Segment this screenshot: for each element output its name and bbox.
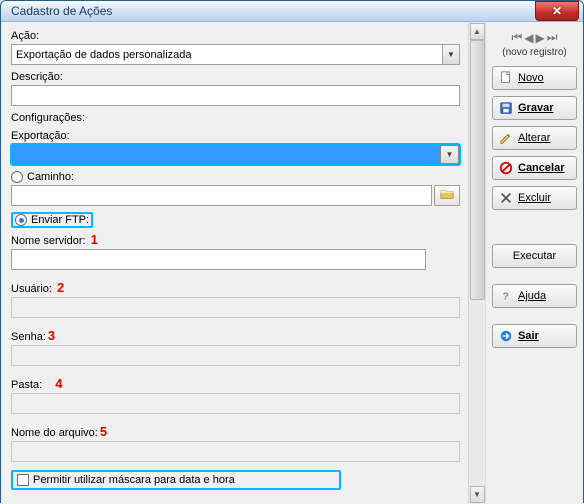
scroll-thumb[interactable] <box>470 40 485 300</box>
nome-servidor-input[interactable] <box>11 249 426 270</box>
nome-arquivo-label: Nome do arquivo: <box>11 427 98 439</box>
cancel-icon <box>499 161 513 175</box>
descricao-label: Descrição: <box>11 71 477 83</box>
scroll-down-icon[interactable]: ▼ <box>470 486 485 503</box>
browse-button[interactable] <box>434 185 460 206</box>
alterar-button[interactable]: Alterar <box>492 126 577 150</box>
dropdown-icon[interactable]: ▼ <box>440 145 459 164</box>
sair-label: Sair <box>518 330 539 342</box>
config-label: Configurações: <box>11 112 477 124</box>
gravar-button[interactable]: Gravar <box>492 96 577 120</box>
mascara-checkbox[interactable] <box>17 474 29 486</box>
config-row: Configurações: <box>11 112 477 124</box>
annotation-2: 2 <box>57 280 64 295</box>
ftp-label: Enviar FTP: <box>31 214 89 226</box>
scroll-up-icon[interactable]: ▲ <box>470 23 485 40</box>
annotation-1: 1 <box>91 232 98 247</box>
main-panel: Ação: Exportação de dados personalizada … <box>1 22 485 504</box>
caminho-label: Caminho: <box>27 171 74 183</box>
dropdown-icon[interactable]: ▼ <box>442 45 459 64</box>
acao-label: Ação: <box>11 30 477 42</box>
nav-first-icon[interactable]: ⏮ <box>511 30 522 45</box>
side-panel: ⏮ ◀ ▶ ⏭ (novo registro) Novo Gravar <box>485 22 583 504</box>
ftp-radio-highlight: Enviar FTP: <box>11 212 93 228</box>
folder-icon <box>440 187 454 204</box>
gravar-label: Gravar <box>518 102 553 114</box>
pasta-label: Pasta: <box>11 379 42 391</box>
ftp-radio[interactable] <box>15 214 27 226</box>
window-title: Cadastro de Ações <box>11 4 112 18</box>
document-new-icon <box>499 71 513 85</box>
ajuda-label: Ajuda <box>518 290 546 302</box>
nav-caption: (novo registro) <box>492 47 577 58</box>
novo-label: Novo <box>518 72 544 84</box>
caminho-input[interactable] <box>11 185 432 206</box>
nome-arquivo-input[interactable] <box>11 441 460 462</box>
annotation-4: 4 <box>55 376 62 391</box>
nav-next-icon[interactable]: ▶ <box>536 31 545 45</box>
cancelar-label: Cancelar <box>518 162 564 174</box>
caminho-row: Caminho: <box>11 171 460 206</box>
pasta-input[interactable] <box>11 393 460 414</box>
ajuda-button[interactable]: ? Ajuda <box>492 284 577 308</box>
exit-icon <box>499 329 513 343</box>
excluir-label: Excluir <box>518 192 551 204</box>
alterar-label: Alterar <box>518 132 550 144</box>
window-body: Ação: Exportação de dados personalizada … <box>1 22 583 504</box>
save-icon <box>499 101 513 115</box>
excluir-button[interactable]: Excluir <box>492 186 577 210</box>
record-nav: ⏮ ◀ ▶ ⏭ <box>492 30 577 45</box>
annotation-3: 3 <box>48 328 55 343</box>
sair-button[interactable]: Sair <box>492 324 577 348</box>
mascara-highlight: Permitir utilizar máscara para data e ho… <box>11 470 341 490</box>
nav-last-icon[interactable]: ⏭ <box>547 30 558 45</box>
cancelar-button[interactable]: Cancelar <box>492 156 577 180</box>
usuario-input[interactable] <box>11 297 460 318</box>
novo-button[interactable]: Novo <box>492 66 577 90</box>
edit-icon <box>499 131 513 145</box>
close-button[interactable]: ✕ <box>535 1 579 21</box>
titlebar[interactable]: Cadastro de Ações ✕ <box>1 1 583 22</box>
export-row: Exportação: ▼ <box>11 130 460 165</box>
help-icon: ? <box>499 289 513 303</box>
mascara-label: Permitir utilizar máscara para data e ho… <box>33 474 235 486</box>
executar-label: Executar <box>513 250 556 262</box>
acao-row: Ação: Exportação de dados personalizada … <box>11 30 477 65</box>
descricao-input[interactable] <box>11 85 460 106</box>
caminho-radio[interactable] <box>11 171 23 183</box>
senha-input[interactable] <box>11 345 460 366</box>
window-frame: Cadastro de Ações ✕ Ação: Exportação de … <box>0 0 584 503</box>
acao-value: Exportação de dados personalizada <box>16 49 192 61</box>
annotation-5: 5 <box>100 424 107 439</box>
senha-label: Senha: <box>11 331 46 343</box>
executar-button[interactable]: Executar <box>492 244 577 268</box>
usuario-label: Usuário: <box>11 283 52 295</box>
export-select[interactable]: ▼ <box>11 144 460 165</box>
acao-select[interactable]: Exportação de dados personalizada ▼ <box>11 44 460 65</box>
close-icon: ✕ <box>552 4 562 18</box>
nome-servidor-label: Nome servidor: <box>11 235 86 247</box>
export-label: Exportação: <box>11 130 460 142</box>
main-scrollbar[interactable]: ▲ ▼ <box>468 22 485 504</box>
ftp-section: Enviar FTP: Nome servidor: 1 Usuário: 2 … <box>11 212 460 490</box>
delete-icon <box>499 191 513 205</box>
nav-prev-icon[interactable]: ◀ <box>524 31 533 45</box>
svg-text:?: ? <box>503 291 509 303</box>
descricao-row: Descrição: <box>11 71 477 106</box>
